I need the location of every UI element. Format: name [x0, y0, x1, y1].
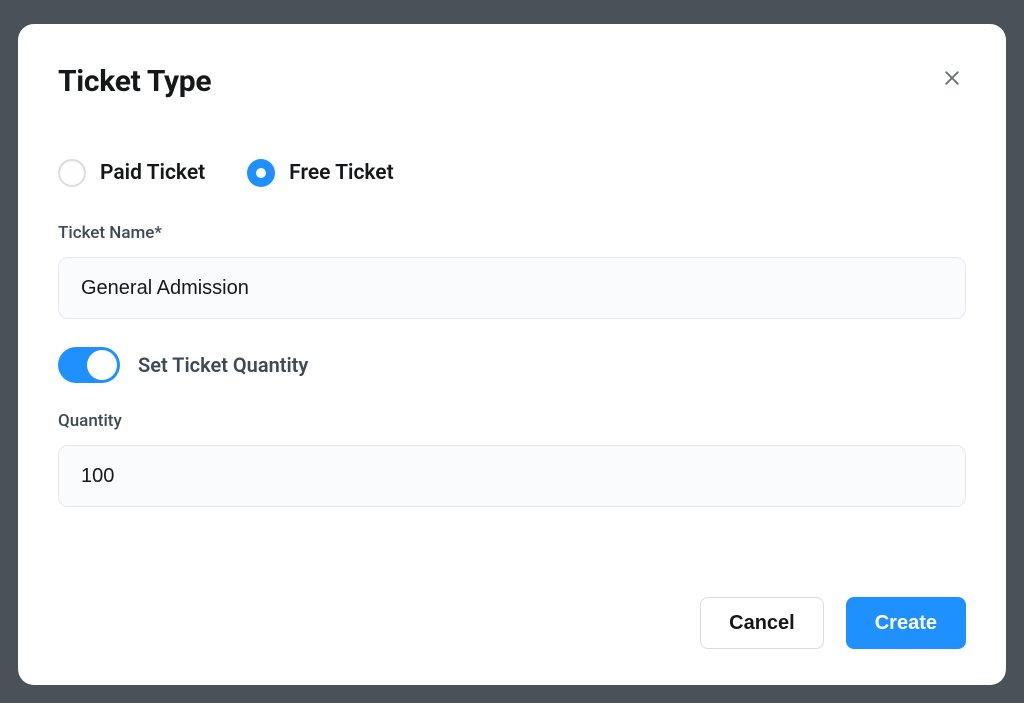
toggle-knob	[87, 350, 117, 380]
paid-ticket-label: Paid Ticket	[100, 161, 205, 185]
quantity-toggle-row: Set Ticket Quantity	[58, 347, 966, 383]
quantity-label: Quantity	[58, 411, 966, 431]
modal-footer: Cancel Create	[58, 597, 966, 649]
form-body: Paid Ticket Free Ticket Ticket Name* Set…	[58, 159, 966, 597]
modal-header: Ticket Type	[58, 64, 966, 99]
cancel-button[interactable]: Cancel	[700, 597, 824, 649]
radio-icon	[58, 159, 86, 187]
close-icon	[942, 68, 962, 88]
modal-title: Ticket Type	[58, 64, 211, 99]
paid-ticket-radio[interactable]: Paid Ticket	[58, 159, 205, 187]
ticket-name-input[interactable]	[58, 257, 966, 319]
quantity-toggle-label: Set Ticket Quantity	[138, 353, 308, 377]
ticket-name-field: Ticket Name*	[58, 223, 966, 319]
quantity-toggle[interactable]	[58, 347, 120, 383]
create-button[interactable]: Create	[846, 597, 966, 649]
radio-icon	[247, 159, 275, 187]
free-ticket-radio[interactable]: Free Ticket	[247, 159, 394, 187]
ticket-name-label: Ticket Name*	[58, 223, 966, 243]
ticket-type-modal: Ticket Type Paid Ticket Free Ticket Tick…	[18, 24, 1006, 685]
quantity-input[interactable]	[58, 445, 966, 507]
quantity-field: Quantity	[58, 411, 966, 507]
close-button[interactable]	[938, 64, 966, 92]
free-ticket-label: Free Ticket	[289, 161, 394, 185]
ticket-kind-radio-group: Paid Ticket Free Ticket	[58, 159, 966, 187]
